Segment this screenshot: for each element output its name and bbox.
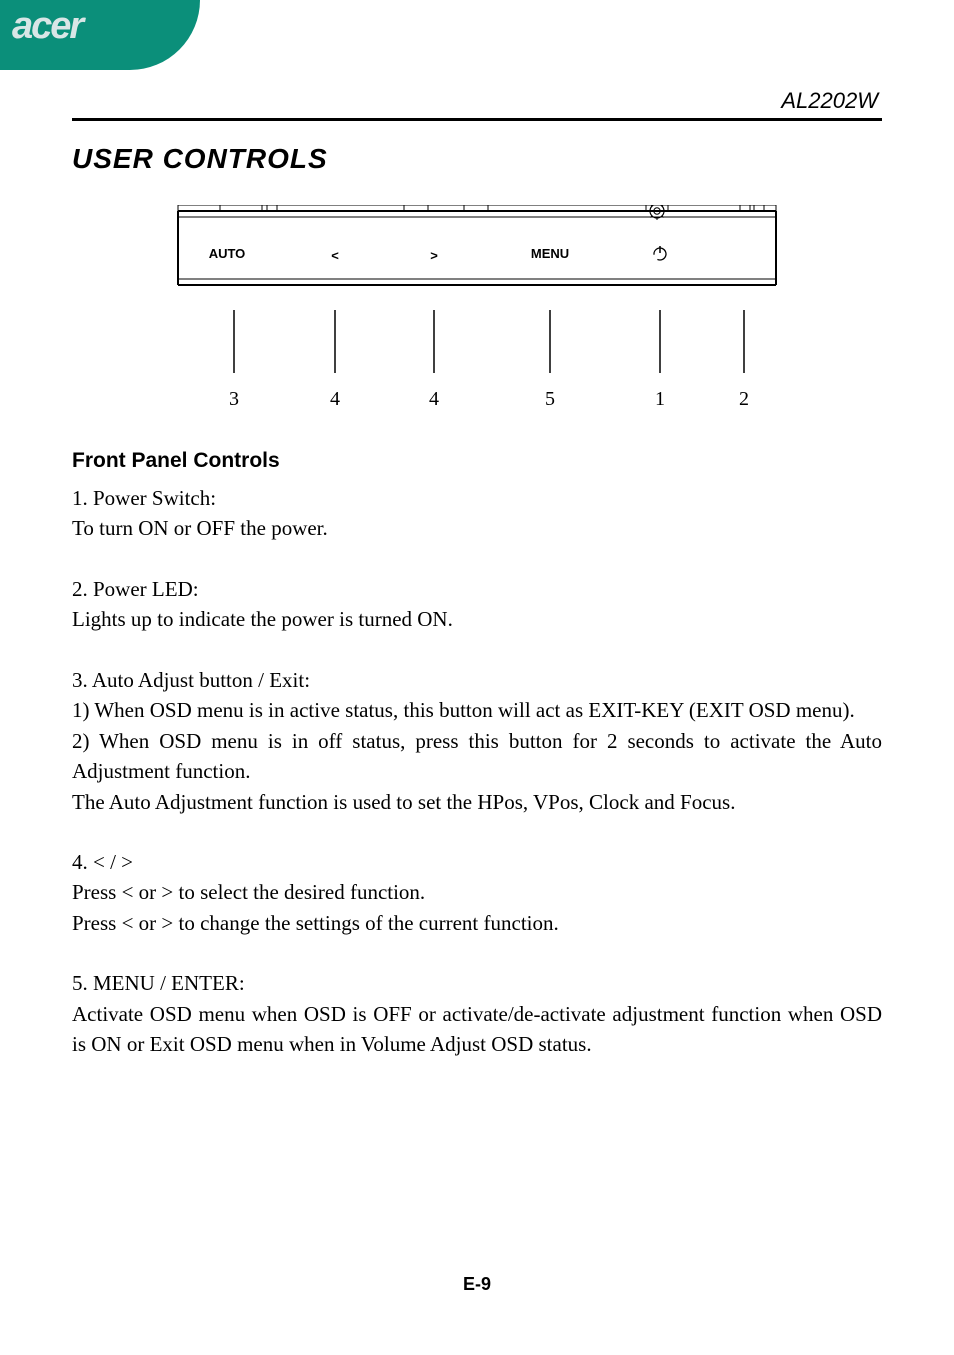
brand-badge: acer xyxy=(0,0,200,90)
section-4-head: 4. < / > xyxy=(72,847,882,877)
panel-btn-menu: MENU xyxy=(531,246,569,261)
section-3-head: 3. Auto Adjust button / Exit: xyxy=(72,665,882,695)
page-title: USER CONTROLS xyxy=(72,143,882,175)
section-3: 3. Auto Adjust button / Exit: 1) When OS… xyxy=(72,665,882,817)
callout-3: 5 xyxy=(545,388,555,410)
brand-logo-text: acer xyxy=(12,5,82,48)
section-4-line-0: Press < or > to select the desired funct… xyxy=(72,877,882,907)
panel-btn-right: > xyxy=(430,248,438,263)
front-panel-subhead: Front Panel Controls xyxy=(72,449,882,473)
callout-2: 4 xyxy=(429,388,439,410)
section-4: 4. < / > Press < or > to select the desi… xyxy=(72,847,882,938)
panel-btn-left: < xyxy=(331,248,339,263)
section-2-line-0: Lights up to indicate the power is turne… xyxy=(72,604,882,634)
page-number: E-9 xyxy=(0,1274,954,1295)
section-4-line-1: Press < or > to change the settings of t… xyxy=(72,908,882,938)
callout-4: 1 xyxy=(655,388,665,410)
section-2: 2. Power LED: Lights up to indicate the … xyxy=(72,574,882,635)
section-1-line-0: To turn ON or OFF the power. xyxy=(72,513,882,543)
model-number: AL2202W xyxy=(72,88,882,118)
callout-5: 2 xyxy=(739,388,749,410)
section-1-head: 1. Power Switch: xyxy=(72,483,882,513)
front-panel-svg: AUTO < > MENU xyxy=(172,205,782,421)
panel-btn-auto: AUTO xyxy=(209,246,246,261)
section-5-head: 5. MENU / ENTER: xyxy=(72,968,882,998)
section-5: 5. MENU / ENTER: Activate OSD menu when … xyxy=(72,968,882,1059)
section-3-line-0: 1) When OSD menu is in active status, th… xyxy=(72,695,882,725)
page-content: AL2202W USER CONTROLS AUTO < > MENU xyxy=(72,88,882,1090)
header-rule xyxy=(72,118,882,121)
section-3-line-2: The Auto Adjustment function is used to … xyxy=(72,787,882,817)
front-panel-figure: AUTO < > MENU xyxy=(172,205,782,421)
callout-0: 3 xyxy=(229,388,239,410)
power-icon xyxy=(652,246,668,262)
section-2-head: 2. Power LED: xyxy=(72,574,882,604)
section-1: 1. Power Switch: To turn ON or OFF the p… xyxy=(72,483,882,544)
section-3-line-1: 2) When OSD menu is in off status, press… xyxy=(72,726,882,787)
gear-icon xyxy=(648,205,666,220)
section-5-line-0: Activate OSD menu when OSD is OFF or act… xyxy=(72,999,882,1060)
callout-1: 4 xyxy=(330,388,340,410)
